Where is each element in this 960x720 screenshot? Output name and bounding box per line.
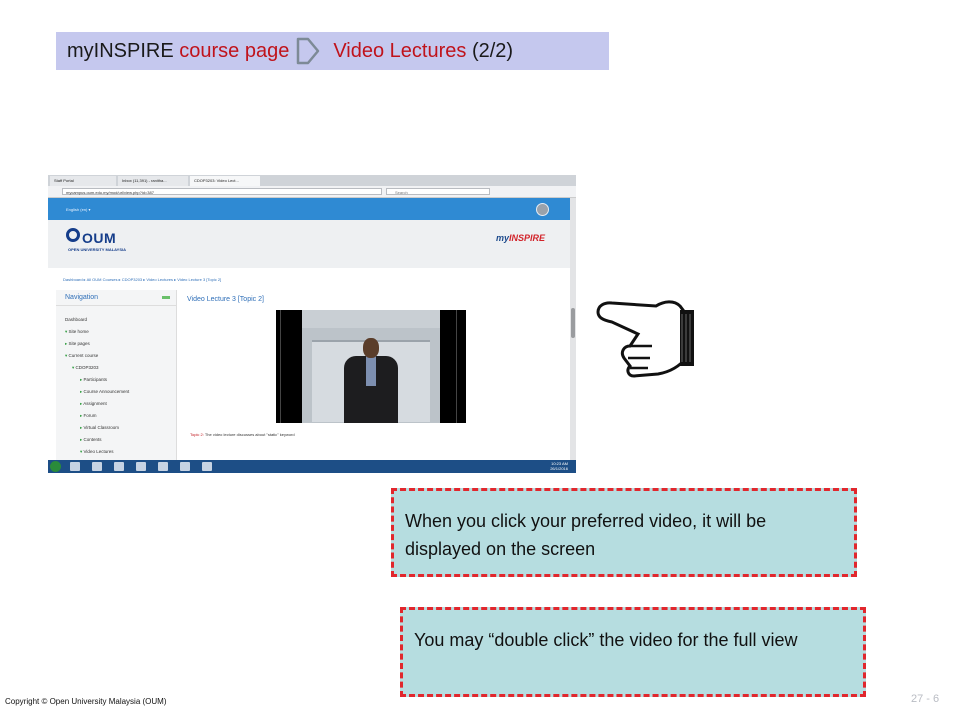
slide-title-bar: myINSPIRE course page Video Lectures (2/… (56, 32, 609, 70)
nav-item-assignment[interactable]: ▸ Assignment (80, 401, 107, 407)
page-number: 27 - 6 (911, 693, 940, 705)
taskbar-app-icon[interactable] (158, 462, 168, 471)
instruction-note-2: You may “double click” the video for the… (400, 607, 866, 697)
nav-item-participants[interactable]: ▸ Participants (80, 377, 107, 383)
video-frame[interactable] (302, 310, 440, 423)
toggle-icon[interactable] (162, 296, 170, 299)
browser-tab-strip: Staff Portal Inbox (11,391) - ranitha...… (48, 175, 576, 186)
oum-logo-subtitle: OPEN UNIVERSITY MALAYSIA (68, 247, 127, 252)
presenter-head (363, 338, 379, 358)
pointing-hand-icon (596, 300, 694, 378)
windows-taskbar: 10:23 AM 26/1/2016 (48, 460, 576, 473)
title-part2: course page (179, 39, 290, 62)
video-caption: Topic 2: The video lecture discusses abo… (190, 432, 295, 437)
nav-item-forum[interactable]: ▸ Forum (80, 413, 97, 419)
nav-item-site-pages[interactable]: ▸ Site pages (65, 341, 90, 347)
windows-start-icon[interactable] (50, 461, 61, 472)
video-title: Video Lecture 3 [Topic 2] (187, 296, 264, 303)
copyright-text: Copyright © Open University Malaysia (OU… (5, 697, 167, 706)
taskbar-clock: 10:23 AM 26/1/2016 (550, 461, 568, 471)
nav-item-contents[interactable]: ▸ Contents (80, 437, 102, 443)
address-bar-row: mycampus.oum.edu.my/mod/url/view.php?id=… (48, 186, 576, 198)
myinspire-logo: myINSPIRE (496, 233, 545, 243)
nav-item-course[interactable]: ▾ CDOP3203 (72, 365, 99, 371)
title-part4: (2/2) (471, 39, 514, 62)
browser-screenshot: Staff Portal Inbox (11,391) - ranitha...… (48, 175, 576, 473)
nav-item-announcement[interactable]: ▸ Course Announcement (80, 389, 129, 395)
taskbar-app-icon[interactable] (180, 462, 190, 471)
url-field[interactable]: mycampus.oum.edu.my/mod/url/view.php?id=… (62, 188, 382, 195)
navigation-sidebar: Navigation Dashboard ▾ Site home ▸ Site … (56, 290, 177, 460)
browser-tab[interactable]: Staff Portal (50, 176, 116, 186)
chevron-arrow-icon (297, 37, 320, 65)
language-menu[interactable]: English (en) ▾ (66, 207, 90, 212)
taskbar-app-icon[interactable] (92, 462, 102, 471)
nav-item-current-course[interactable]: ▾ Current course (65, 353, 98, 359)
navigation-title: Navigation (65, 294, 99, 301)
nav-item-video-lectures[interactable]: ▾ Video Lectures (80, 449, 113, 455)
browser-tab-active[interactable]: CDOP3203: Video Lect... (190, 176, 260, 186)
nav-item-virtual-classroom[interactable]: ▸ Virtual Classroom (80, 425, 119, 431)
search-field[interactable]: Search (386, 188, 490, 195)
site-top-strip: English (en) ▾ (48, 198, 570, 220)
taskbar-app-icon[interactable] (70, 462, 80, 471)
browser-tab[interactable]: Inbox (11,391) - ranitha... (118, 176, 188, 186)
scrollbar-thumb[interactable] (571, 308, 575, 338)
user-avatar-icon[interactable] (536, 203, 549, 216)
myinspire-logo-my: my (496, 233, 510, 243)
presenter-shirt (366, 356, 376, 386)
video-frame-edge (456, 310, 463, 423)
oum-logo-text: OUM (82, 230, 117, 246)
nav-item-dashboard[interactable]: Dashboard (65, 317, 87, 322)
taskbar-app-icon[interactable] (136, 462, 146, 471)
taskbar-app-icon[interactable] (114, 462, 124, 471)
taskbar-app-icon[interactable] (202, 462, 212, 471)
title-part1: myINSPIRE (67, 39, 174, 62)
title-part3: Video Lectures (333, 39, 467, 62)
site-header: OUM OPEN UNIVERSITY MALAYSIA myINSPIRE (48, 220, 570, 268)
video-player[interactable] (276, 310, 466, 423)
breadcrumb[interactable]: Dashboard ▸ All OUM Courses ▸ CDOP3203 ▸… (48, 275, 570, 285)
navigation-header: Navigation (56, 290, 176, 306)
nav-item-site-home[interactable]: ▾ Site home (65, 329, 89, 335)
myinspire-logo-inspire: INSPIRE (509, 233, 546, 243)
scrollbar[interactable] (570, 198, 576, 460)
video-frame-edge (280, 310, 287, 423)
oum-logo-icon (66, 228, 80, 242)
instruction-note-1: When you click your preferred video, it … (391, 488, 857, 577)
